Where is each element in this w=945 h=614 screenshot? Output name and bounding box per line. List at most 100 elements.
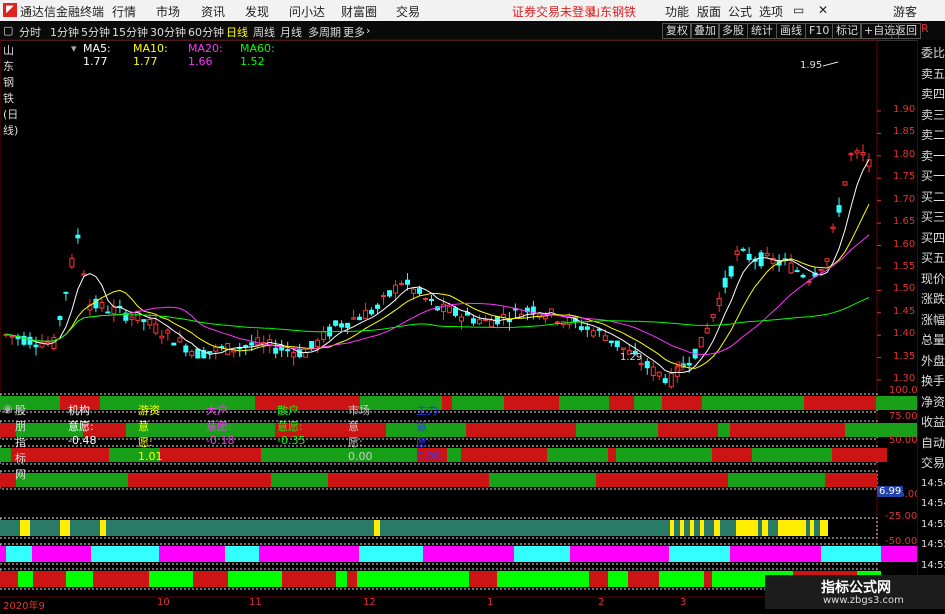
strip-3-segment <box>752 448 832 462</box>
quote-field-label: 14:54 <box>921 498 945 509</box>
strip-1-segment <box>452 396 504 410</box>
strip-5-segment <box>720 520 736 536</box>
candle-body <box>429 298 435 302</box>
candle-body <box>423 297 429 300</box>
candle-body <box>81 273 87 276</box>
indicator-toggle-icon[interactable]: ◉ <box>3 402 13 415</box>
candle-body <box>9 335 15 338</box>
strip-2-segment <box>658 423 718 437</box>
strip-1-segment <box>702 396 804 410</box>
candle-body <box>159 335 165 339</box>
candle-body <box>345 322 351 328</box>
strip-5-segment <box>704 520 714 536</box>
quote-field-label: 卖三 <box>921 107 945 122</box>
candle-body <box>578 326 584 331</box>
candle-body <box>285 349 291 352</box>
price-tick: 1.80 <box>893 148 916 160</box>
strip-7-segment <box>66 571 93 587</box>
candle-body <box>734 250 740 255</box>
strip-4-segment <box>0 473 16 487</box>
candle-body <box>321 330 327 341</box>
strip-1-segment <box>442 396 452 410</box>
quote-field-label: 14:55 <box>921 559 945 571</box>
kline-chart[interactable]: 1.95 1.29 涨 <box>0 0 945 609</box>
strip-5-segment <box>100 520 106 536</box>
time-tick: 1 <box>487 597 494 608</box>
candle-body <box>830 226 836 230</box>
quote-field-label: 卖五 <box>921 66 945 81</box>
candle-body <box>57 316 63 321</box>
candle-body <box>710 314 716 319</box>
candle-body <box>458 316 464 322</box>
strip-5-segment <box>684 520 690 536</box>
candle-body <box>800 274 806 278</box>
strip-1-segment <box>634 396 662 410</box>
indicator-tick: 50.00 <box>889 435 918 446</box>
strip-1-segment <box>876 396 921 410</box>
quote-field-label: 卖一 <box>921 148 945 163</box>
candle-body <box>111 306 117 315</box>
strip-7-segment <box>628 571 659 587</box>
strip-5-segment <box>820 520 828 536</box>
candle-body <box>357 316 363 321</box>
strip-5-segment <box>374 520 380 536</box>
quote-field-label: 涨跌 <box>921 292 945 306</box>
indicator-tick: 75.00 <box>889 411 918 422</box>
strip-7-segment <box>589 571 608 587</box>
candle-body <box>27 336 33 345</box>
quote-field-label: 净资 <box>921 394 945 409</box>
strip-5-segment <box>690 520 694 536</box>
candle-body <box>548 308 554 316</box>
quote-field-label: 买四 <box>921 230 945 245</box>
candle-body <box>620 347 626 350</box>
candle-body <box>75 234 81 239</box>
high-arrow <box>822 61 839 67</box>
quote-field-label: 涨幅 <box>921 312 945 327</box>
candle-body <box>69 257 75 268</box>
strip-6-segment <box>225 546 259 562</box>
institution-will: 机构意愿: -0.48 <box>68 404 97 447</box>
strip-3-segment <box>261 448 417 462</box>
watermark-url: www.zbgs3.com <box>823 595 904 606</box>
candle-body <box>590 330 596 337</box>
candle-body <box>470 318 476 324</box>
candle-body <box>417 288 423 294</box>
candle-body <box>351 317 357 320</box>
strip-5-segment <box>680 520 684 536</box>
r-badge[interactable]: R <box>921 22 929 35</box>
candle-body <box>303 352 309 358</box>
bigholder-will: 大户意愿: -0.18 <box>206 404 235 447</box>
strip-4-segment <box>271 473 328 487</box>
strip-1-segment <box>662 396 702 410</box>
low-price-label: 1.29 <box>620 352 642 363</box>
strip-5-segment <box>810 520 814 536</box>
candle-body <box>764 253 770 257</box>
time-tick: 2020年9 <box>3 601 45 612</box>
strip-4-segment <box>596 473 728 487</box>
strip-6-segment <box>423 546 514 562</box>
candle-body <box>848 153 854 156</box>
strip-6-segment <box>669 546 730 562</box>
candle-body <box>387 290 393 297</box>
strip-4-segment <box>16 473 128 487</box>
candle-body <box>153 323 159 334</box>
watermark-title: 指标公式网 <box>821 580 891 596</box>
price-tick: 1.45 <box>893 305 916 317</box>
strip-2-segment <box>576 423 658 437</box>
candle-body <box>189 350 195 356</box>
strip-7-segment <box>608 571 628 587</box>
strip-5-segment <box>20 520 30 536</box>
strip-3-segment <box>160 448 261 462</box>
candle-body <box>602 335 608 342</box>
strip-7-segment <box>93 571 149 587</box>
candle-body <box>255 337 261 346</box>
strip-5-segment <box>30 520 60 536</box>
candle-body <box>147 318 153 326</box>
candle-body <box>171 342 177 346</box>
candle-body <box>177 337 183 343</box>
candle-body <box>375 304 381 309</box>
strip-3-segment <box>608 448 616 462</box>
strip-4-segment <box>328 473 489 487</box>
main-chart-frame <box>0 39 878 400</box>
candle-body <box>824 258 830 262</box>
